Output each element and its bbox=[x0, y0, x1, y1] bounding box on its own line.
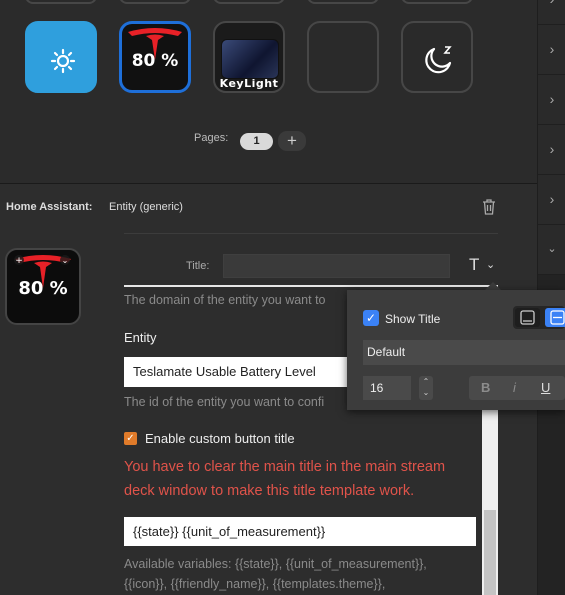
key-partial[interactable] bbox=[25, 0, 97, 4]
plugin-label: Home Assistant: bbox=[6, 201, 93, 213]
preview-key: + ⌄ 80 % bbox=[5, 248, 81, 325]
title-position-bottom-button[interactable] bbox=[515, 308, 540, 327]
entity-heading: Entity bbox=[124, 330, 157, 345]
underline-button[interactable]: U bbox=[541, 380, 550, 395]
sleep-icon bbox=[425, 46, 452, 74]
title-template-field[interactable]: {{state}} {{unit_of_measurement}} bbox=[124, 517, 476, 546]
trash-icon[interactable] bbox=[481, 198, 497, 216]
show-title-label: Show Title bbox=[385, 312, 441, 326]
chevron-right-icon[interactable]: › bbox=[538, 175, 565, 225]
brightness-key[interactable] bbox=[25, 21, 97, 93]
add-page-button[interactable]: + bbox=[278, 131, 306, 151]
entity-help-text: The id of the entity you want to confi bbox=[124, 395, 325, 409]
sleep-key[interactable] bbox=[401, 21, 473, 93]
entity-field[interactable]: Teslamate Usable Battery Level bbox=[124, 357, 364, 387]
action-value: Entity (generic) bbox=[109, 201, 183, 213]
custom-title-label: Enable custom button title bbox=[145, 431, 295, 446]
align-bottom-icon bbox=[520, 310, 535, 325]
tesla-key-label: 80 % bbox=[131, 51, 179, 71]
page-1-button[interactable]: 1 bbox=[240, 133, 273, 150]
font-select[interactable]: Default bbox=[363, 340, 565, 365]
font-size-stepper[interactable]: ⌃ ⌄ bbox=[419, 376, 433, 400]
title-input[interactable] bbox=[223, 254, 450, 278]
chevron-right-icon[interactable]: › bbox=[538, 125, 565, 175]
key-partial[interactable] bbox=[401, 0, 473, 4]
brightness-icon bbox=[50, 48, 76, 74]
chevron-right-icon[interactable]: › bbox=[538, 0, 565, 25]
warning-line: deck window to make this title template … bbox=[124, 483, 415, 499]
chevron-right-icon[interactable]: › bbox=[538, 25, 565, 75]
chevron-down-icon[interactable]: ⌄ bbox=[486, 258, 495, 271]
divider bbox=[124, 285, 498, 287]
svg-text:⌄: ⌄ bbox=[62, 256, 69, 265]
key-grid: 80 % KeyLight Pages: 1 + bbox=[0, 0, 537, 183]
svg-text:+: + bbox=[15, 256, 23, 266]
title-label: Title: bbox=[186, 260, 210, 272]
available-variables: Available variables: {{state}}, {{unit_o… bbox=[124, 554, 484, 594]
key-partial[interactable] bbox=[119, 0, 191, 4]
checkmark-icon: ✓ bbox=[365, 311, 377, 325]
variables-line: Available variables: {{state}}, {{unit_o… bbox=[124, 557, 427, 571]
keylight-key-label: KeyLight bbox=[219, 77, 279, 90]
title-position-middle-button[interactable] bbox=[545, 308, 565, 327]
keylight-image bbox=[221, 39, 279, 79]
empty-key[interactable] bbox=[307, 21, 379, 93]
keylight-key[interactable]: KeyLight bbox=[213, 21, 285, 93]
custom-title-checkbox[interactable]: ✓ bbox=[124, 432, 137, 445]
tesla-key[interactable]: 80 % bbox=[119, 21, 191, 93]
scrollbar-thumb[interactable] bbox=[484, 510, 496, 595]
font-size-input[interactable]: 16 bbox=[363, 376, 411, 400]
warning-line: You have to clear the main title in the … bbox=[124, 459, 446, 475]
variables-line: {{icon}}, {{friendly_name}}, {{templates… bbox=[124, 577, 386, 591]
key-partial[interactable] bbox=[213, 0, 285, 4]
chevron-right-icon[interactable]: › bbox=[538, 75, 565, 125]
domain-help-text: The domain of the entity you want to bbox=[124, 293, 326, 307]
divider bbox=[0, 183, 537, 184]
key-partial[interactable] bbox=[307, 0, 379, 4]
divider bbox=[124, 233, 498, 234]
italic-button[interactable]: i bbox=[513, 380, 516, 395]
bold-button[interactable]: B bbox=[481, 380, 490, 395]
warning-text: You have to clear the main title in the … bbox=[124, 455, 484, 503]
checkmark-icon: ✓ bbox=[126, 433, 135, 444]
title-format-icon[interactable]: T bbox=[469, 255, 479, 275]
align-middle-icon bbox=[550, 310, 565, 325]
show-title-checkbox[interactable]: ✓ bbox=[363, 310, 379, 326]
chevron-down-icon[interactable]: ⌄ bbox=[538, 225, 565, 275]
pages-label: Pages: bbox=[194, 132, 229, 144]
preview-key-label: 80 % bbox=[18, 278, 68, 299]
